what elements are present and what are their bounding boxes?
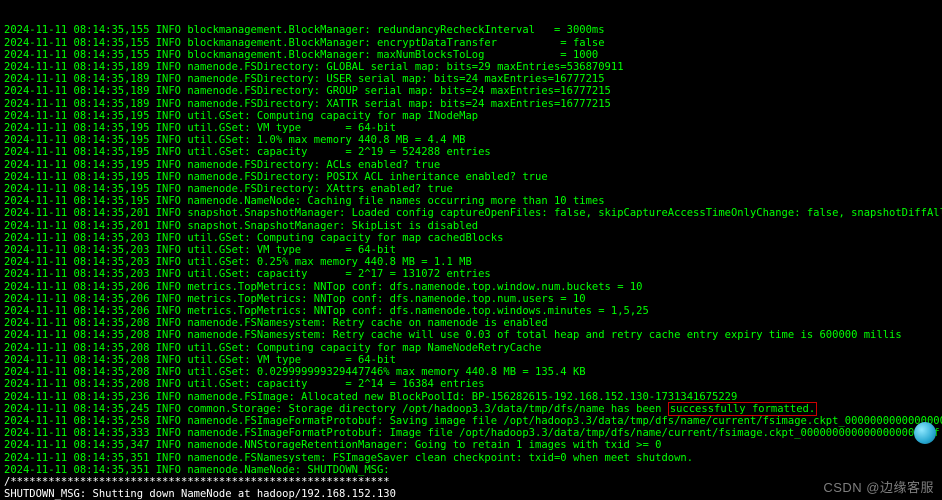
log-line: 2024-11-11 08:14:35,351 INFO namenode.Na… (4, 464, 938, 476)
log-line: 2024-11-11 08:14:35,189 INFO namenode.FS… (4, 85, 938, 97)
log-line: 2024-11-11 08:14:35,189 INFO namenode.FS… (4, 61, 938, 73)
log-line: 2024-11-11 08:14:35,206 INFO metrics.Top… (4, 281, 938, 293)
log-line: 2024-11-11 08:14:35,203 INFO util.GSet: … (4, 244, 938, 256)
log-line: 2024-11-11 08:14:35,201 INFO snapshot.Sn… (4, 220, 938, 232)
log-line: 2024-11-11 08:14:35,351 INFO namenode.FS… (4, 452, 938, 464)
log-line: 2024-11-11 08:14:35,208 INFO util.GSet: … (4, 378, 938, 390)
highlighted-text: successfully formatted. (668, 402, 817, 416)
assistant-badge-icon (914, 422, 936, 444)
log-line: 2024-11-11 08:14:35,245 INFO common.Stor… (4, 403, 938, 415)
log-line: 2024-11-11 08:14:35,189 INFO namenode.FS… (4, 73, 938, 85)
log-line: 2024-11-11 08:14:35,195 INFO util.GSet: … (4, 110, 938, 122)
log-line: 2024-11-11 08:14:35,195 INFO namenode.FS… (4, 183, 938, 195)
watermark-text: CSDN @边缘客服 (823, 482, 934, 494)
log-line: 2024-11-11 08:14:35,195 INFO util.GSet: … (4, 146, 938, 158)
log-line: 2024-11-11 08:14:35,208 INFO util.GSet: … (4, 354, 938, 366)
log-line: 2024-11-11 08:14:35,195 INFO namenode.FS… (4, 159, 938, 171)
log-line: 2024-11-11 08:14:35,236 INFO namenode.FS… (4, 391, 938, 403)
log-line: 2024-11-11 08:14:35,206 INFO metrics.Top… (4, 293, 938, 305)
log-line: 2024-11-11 08:14:35,155 INFO blockmanage… (4, 24, 938, 36)
log-line: 2024-11-11 08:14:35,208 INFO namenode.FS… (4, 329, 938, 341)
log-line: 2024-11-11 08:14:35,201 INFO snapshot.Sn… (4, 207, 938, 219)
log-line: 2024-11-11 08:14:35,203 INFO util.GSet: … (4, 256, 938, 268)
log-line: 2024-11-11 08:14:35,195 INFO namenode.FS… (4, 171, 938, 183)
log-line: 2024-11-11 08:14:35,333 INFO namenode.FS… (4, 427, 938, 439)
log-line: 2024-11-11 08:14:35,347 INFO namenode.NN… (4, 439, 938, 451)
log-line: 2024-11-11 08:14:35,203 INFO util.GSet: … (4, 268, 938, 280)
log-line: 2024-11-11 08:14:35,208 INFO util.GSet: … (4, 342, 938, 354)
log-line: 2024-11-11 08:14:35,203 INFO util.GSet: … (4, 232, 938, 244)
log-line: 2024-11-11 08:14:35,195 INFO namenode.Na… (4, 195, 938, 207)
terminal-output[interactable]: 2024-11-11 08:14:35,155 INFO blockmanage… (0, 0, 942, 500)
log-line: 2024-11-11 08:14:35,206 INFO metrics.Top… (4, 305, 938, 317)
log-line: SHUTDOWN_MSG: Shutting down NameNode at … (4, 488, 938, 500)
log-line: 2024-11-11 08:14:35,155 INFO blockmanage… (4, 37, 938, 49)
log-line: 2024-11-11 08:14:35,258 INFO namenode.FS… (4, 415, 938, 427)
log-line: /***************************************… (4, 476, 938, 488)
log-lines: 2024-11-11 08:14:35,155 INFO blockmanage… (4, 24, 938, 500)
log-line: 2024-11-11 08:14:35,195 INFO util.GSet: … (4, 122, 938, 134)
log-line: 2024-11-11 08:14:35,189 INFO namenode.FS… (4, 98, 938, 110)
log-line: 2024-11-11 08:14:35,155 INFO blockmanage… (4, 49, 938, 61)
log-line: 2024-11-11 08:14:35,208 INFO util.GSet: … (4, 366, 938, 378)
log-line: 2024-11-11 08:14:35,195 INFO util.GSet: … (4, 134, 938, 146)
log-line: 2024-11-11 08:14:35,208 INFO namenode.FS… (4, 317, 938, 329)
